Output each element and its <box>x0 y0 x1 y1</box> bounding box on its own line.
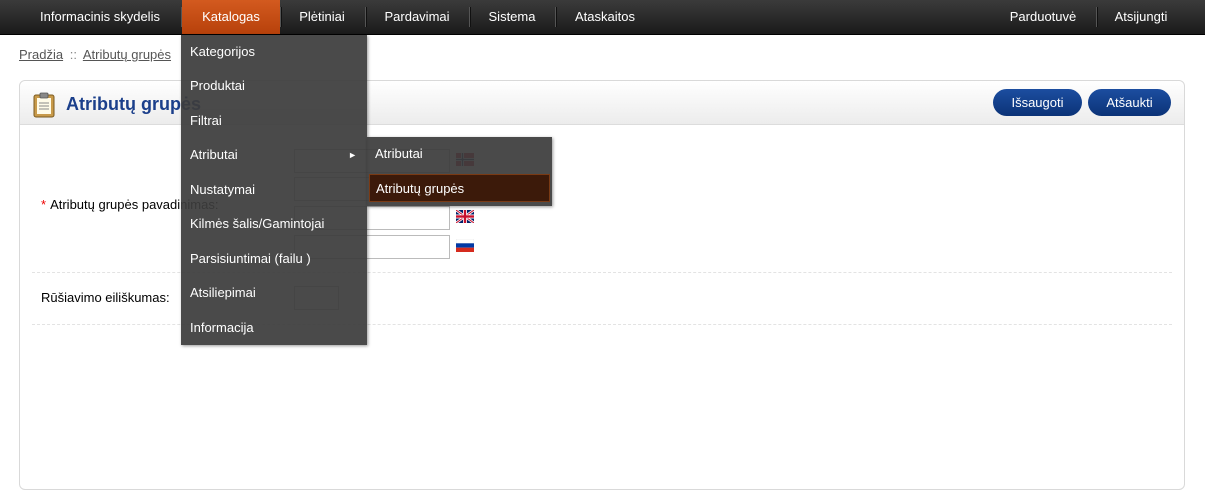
menu-item-categories[interactable]: Kategorijos <box>181 35 367 69</box>
submenu-item-attributes[interactable]: Atributai <box>367 137 552 171</box>
russia-flag-icon <box>456 239 474 252</box>
top-navigation: Informacinis skydelis Katalogas Plėtinia… <box>0 0 1205 35</box>
clipboard-icon <box>33 92 55 118</box>
catalog-dropdown-menu: Kategorijos Produktai Filtrai Atributai … <box>181 35 367 345</box>
nav-separator <box>469 7 470 27</box>
cancel-button[interactable]: Atšaukti <box>1088 89 1171 116</box>
menu-item-attributes[interactable]: Atributai ► <box>181 138 367 172</box>
nav-separator <box>555 7 556 27</box>
sort-order-label: Rūšiavimo eiliškumas: <box>41 290 170 305</box>
nav-catalog[interactable]: Katalogas <box>182 0 280 34</box>
menu-item-products[interactable]: Produktai <box>181 69 367 103</box>
nav-logout[interactable]: Atsijungti <box>1104 0 1178 34</box>
menu-item-settings[interactable]: Nustatymai <box>181 173 367 207</box>
menu-item-filters[interactable]: Filtrai <box>181 104 367 138</box>
breadcrumb-current-link[interactable]: Atributų grupės <box>83 47 171 62</box>
save-button[interactable]: Išsaugoti <box>993 89 1082 116</box>
uk-flag-icon <box>456 210 474 223</box>
menu-item-information[interactable]: Informacija <box>181 311 367 345</box>
breadcrumb-home-link[interactable]: Pradžia <box>19 47 63 62</box>
nav-sales[interactable]: Pardavimai <box>374 0 460 34</box>
menu-item-manufacturers[interactable]: Kilmės šalis/Gamintojai <box>181 207 367 241</box>
nav-separator <box>1096 7 1097 27</box>
required-mark: * <box>41 197 47 212</box>
attributes-submenu: Atributai Atributų grupės <box>367 137 552 206</box>
nav-extensions[interactable]: Plėtiniai <box>287 0 357 34</box>
breadcrumb-separator: :: <box>69 47 77 62</box>
menu-item-reviews[interactable]: Atsiliepimai <box>181 276 367 310</box>
submenu-arrow-icon: ► <box>348 150 357 160</box>
nav-store[interactable]: Parduotuvė <box>998 0 1088 34</box>
submenu-item-attribute-groups[interactable]: Atributų grupės <box>369 174 550 202</box>
menu-item-attributes-label: Atributai <box>190 147 238 162</box>
nav-separator <box>280 7 281 27</box>
breadcrumb: Pradžia :: Atributų grupės <box>19 47 171 62</box>
nav-reports[interactable]: Ataskaitos <box>563 0 647 34</box>
nav-system[interactable]: Sistema <box>479 0 545 34</box>
menu-item-downloads[interactable]: Parsisiuntimai (failu ) <box>181 242 367 276</box>
nav-dashboard[interactable]: Informacinis skydelis <box>28 0 172 34</box>
nav-separator <box>365 7 366 27</box>
